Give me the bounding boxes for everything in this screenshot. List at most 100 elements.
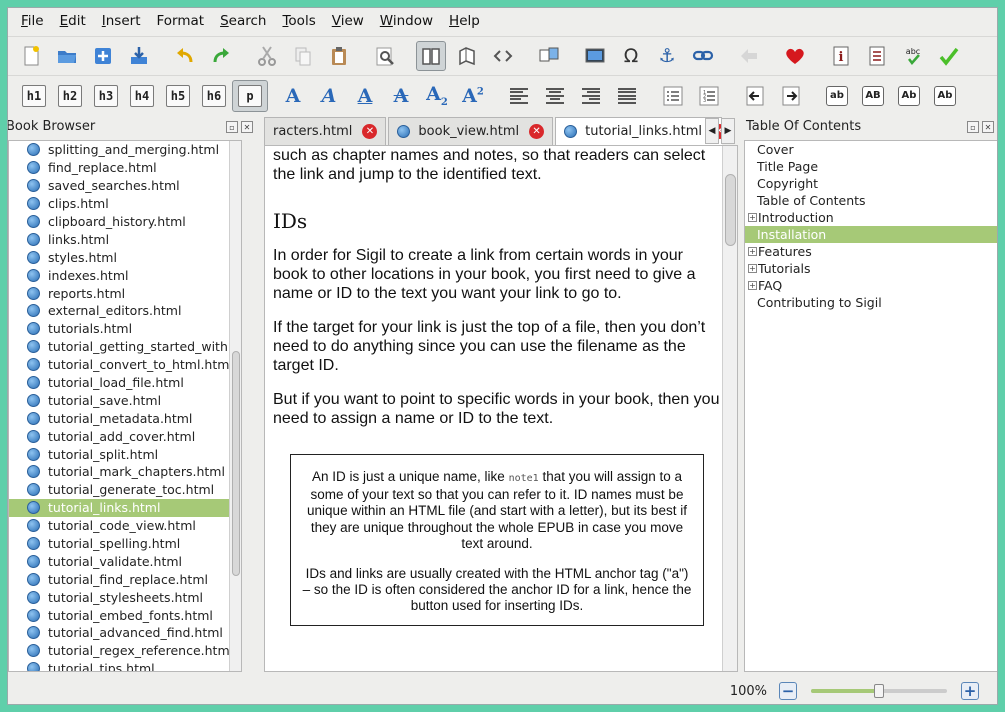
heart-icon[interactable] bbox=[780, 41, 810, 71]
find-icon[interactable] bbox=[370, 41, 400, 71]
toc-item[interactable]: + FAQ bbox=[745, 277, 997, 294]
book-browser-item[interactable]: external_editors.html bbox=[9, 302, 229, 320]
menu-insert[interactable]: Insert bbox=[94, 8, 149, 35]
new-file-icon[interactable] bbox=[16, 41, 46, 71]
book-browser-item[interactable]: saved_searches.html bbox=[9, 177, 229, 195]
editor-scroll-thumb[interactable] bbox=[725, 174, 736, 246]
heading-h5-button[interactable]: h5 bbox=[160, 80, 196, 112]
book-browser-item[interactable]: tutorial_stylesheets.html bbox=[9, 588, 229, 606]
case-button-2[interactable]: Ab bbox=[894, 81, 924, 111]
redo-icon[interactable] bbox=[206, 41, 236, 71]
subscript-icon[interactable]: A2 bbox=[422, 81, 452, 111]
book-browser-item[interactable]: tutorial_getting_started_with... bbox=[9, 338, 240, 356]
tab-scroll-right-icon[interactable]: ▶ bbox=[721, 118, 735, 144]
menu-edit[interactable]: Edit bbox=[52, 8, 94, 35]
add-file-icon[interactable] bbox=[88, 41, 118, 71]
book-browser-item[interactable]: tutorial_generate_toc.html bbox=[9, 481, 229, 499]
code-view-icon[interactable] bbox=[488, 41, 518, 71]
book-browser-item[interactable]: links.html bbox=[9, 230, 229, 248]
toc-editor-icon[interactable] bbox=[862, 41, 892, 71]
toc-item[interactable]: + Introduction bbox=[745, 209, 997, 226]
book-browser-item[interactable]: tutorial_advanced_find.html bbox=[9, 624, 229, 642]
book-browser-item[interactable]: tutorial_find_replace.html bbox=[9, 570, 229, 588]
zoom-in-button[interactable]: + bbox=[961, 682, 979, 700]
link-icon[interactable] bbox=[688, 41, 718, 71]
increase-indent-icon[interactable] bbox=[776, 81, 806, 111]
align-center-icon[interactable] bbox=[540, 81, 570, 111]
book-browser-item[interactable]: tutorial_embed_fonts.html bbox=[9, 606, 229, 624]
validate-icon[interactable] bbox=[934, 41, 964, 71]
insert-image-icon[interactable] bbox=[580, 41, 610, 71]
toc-item[interactable]: Contributing to Sigil bbox=[745, 294, 997, 311]
toc-item[interactable]: Title Page bbox=[745, 158, 997, 175]
superscript-icon[interactable]: A2 bbox=[458, 81, 488, 111]
close-tab-icon[interactable]: ✕ bbox=[362, 124, 378, 139]
paste-icon[interactable] bbox=[324, 41, 354, 71]
editor-tab[interactable]: tutorial_links.html✕ bbox=[555, 117, 722, 145]
italic-icon[interactable]: A bbox=[314, 81, 344, 111]
book-browser-item[interactable]: indexes.html bbox=[9, 266, 229, 284]
split-view-icon[interactable] bbox=[452, 41, 482, 71]
expand-icon[interactable]: + bbox=[748, 247, 757, 256]
spellcheck-icon[interactable]: abc bbox=[898, 41, 928, 71]
menu-window[interactable]: Window bbox=[372, 8, 441, 35]
split-merge-icon[interactable] bbox=[534, 41, 564, 71]
book-browser-item[interactable]: tutorials.html bbox=[9, 320, 229, 338]
book-browser-item[interactable]: tutorial_validate.html bbox=[9, 552, 229, 570]
book-browser-item[interactable]: clips.html bbox=[9, 195, 229, 213]
editor-content[interactable]: such as chapter names and notes, so that… bbox=[273, 146, 721, 626]
heading-h6-button[interactable]: h6 bbox=[196, 80, 232, 112]
expand-icon[interactable]: + bbox=[748, 264, 757, 273]
expand-icon[interactable]: + bbox=[748, 213, 757, 222]
undo-icon[interactable] bbox=[170, 41, 200, 71]
book-browser-item[interactable]: tutorial_tips.html bbox=[9, 660, 229, 671]
book-browser-item[interactable]: tutorial_spelling.html bbox=[9, 535, 229, 553]
book-browser-item[interactable]: tutorial_convert_to_html.html bbox=[9, 356, 233, 374]
toc-item[interactable]: + Tutorials bbox=[745, 260, 997, 277]
align-right-icon[interactable] bbox=[576, 81, 606, 111]
case-button-3[interactable]: Ab bbox=[930, 81, 960, 111]
toc-item[interactable]: Installation bbox=[745, 226, 997, 243]
book-browser-item[interactable]: tutorial_metadata.html bbox=[9, 409, 229, 427]
strikethrough-icon[interactable]: A bbox=[386, 81, 416, 111]
book-browser-scroll-thumb[interactable] bbox=[232, 351, 240, 576]
underline-icon[interactable]: A bbox=[350, 81, 380, 111]
book-browser-item[interactable]: tutorial_regex_reference.html bbox=[9, 642, 233, 660]
align-justify-icon[interactable] bbox=[612, 81, 642, 111]
book-browser-item[interactable]: clipboard_history.html bbox=[9, 213, 229, 231]
menu-file[interactable]: File bbox=[13, 8, 52, 35]
menu-format[interactable]: Format bbox=[149, 8, 213, 35]
close-icon[interactable]: ✕ bbox=[982, 121, 994, 133]
book-browser-item[interactable]: reports.html bbox=[9, 284, 229, 302]
editor-tab[interactable]: racters.html ✕ bbox=[264, 117, 387, 145]
toc-tree[interactable]: Cover Title Page Copyright Table of Content… bbox=[744, 140, 997, 672]
book-browser-item[interactable]: tutorial_links.html bbox=[9, 498, 229, 517]
book-browser-item[interactable]: tutorial_add_cover.html bbox=[9, 427, 229, 445]
book-browser-item[interactable]: splitting_and_merging.html bbox=[9, 141, 229, 159]
book-browser-item[interactable]: tutorial_load_file.html bbox=[9, 374, 229, 392]
toc-item[interactable]: Cover bbox=[745, 141, 997, 158]
heading-p-button[interactable]: p bbox=[232, 79, 268, 112]
close-icon[interactable]: ✕ bbox=[241, 121, 253, 133]
cut-icon[interactable] bbox=[252, 41, 282, 71]
book-browser-item[interactable]: tutorial_split.html bbox=[9, 445, 229, 463]
book-browser-item[interactable]: tutorial_code_view.html bbox=[9, 517, 229, 535]
book-browser-item[interactable]: tutorial_mark_chapters.html bbox=[9, 463, 229, 481]
zoom-out-button[interactable]: − bbox=[779, 682, 797, 700]
toc-item[interactable]: Copyright bbox=[745, 175, 997, 192]
float-icon[interactable]: ▫ bbox=[226, 121, 238, 133]
expand-icon[interactable]: + bbox=[748, 281, 757, 290]
menu-view[interactable]: View bbox=[324, 8, 372, 35]
numbered-list-icon[interactable]: 123 bbox=[694, 81, 724, 111]
bullet-list-icon[interactable] bbox=[658, 81, 688, 111]
book-browser-list[interactable]: splitting_and_merging.html find_replace.h… bbox=[8, 140, 242, 672]
bold-icon[interactable]: A bbox=[278, 81, 308, 111]
book-browser-item[interactable]: styles.html bbox=[9, 248, 229, 266]
heading-h1-button[interactable]: h1 bbox=[16, 80, 52, 112]
menu-tools[interactable]: Tools bbox=[274, 8, 323, 35]
editor-scrollbar[interactable] bbox=[722, 146, 737, 671]
heading-h2-button[interactable]: h2 bbox=[52, 80, 88, 112]
editor-tab[interactable]: book_view.html ✕ bbox=[388, 117, 554, 145]
align-left-icon[interactable] bbox=[504, 81, 534, 111]
heading-h3-button[interactable]: h3 bbox=[88, 80, 124, 112]
